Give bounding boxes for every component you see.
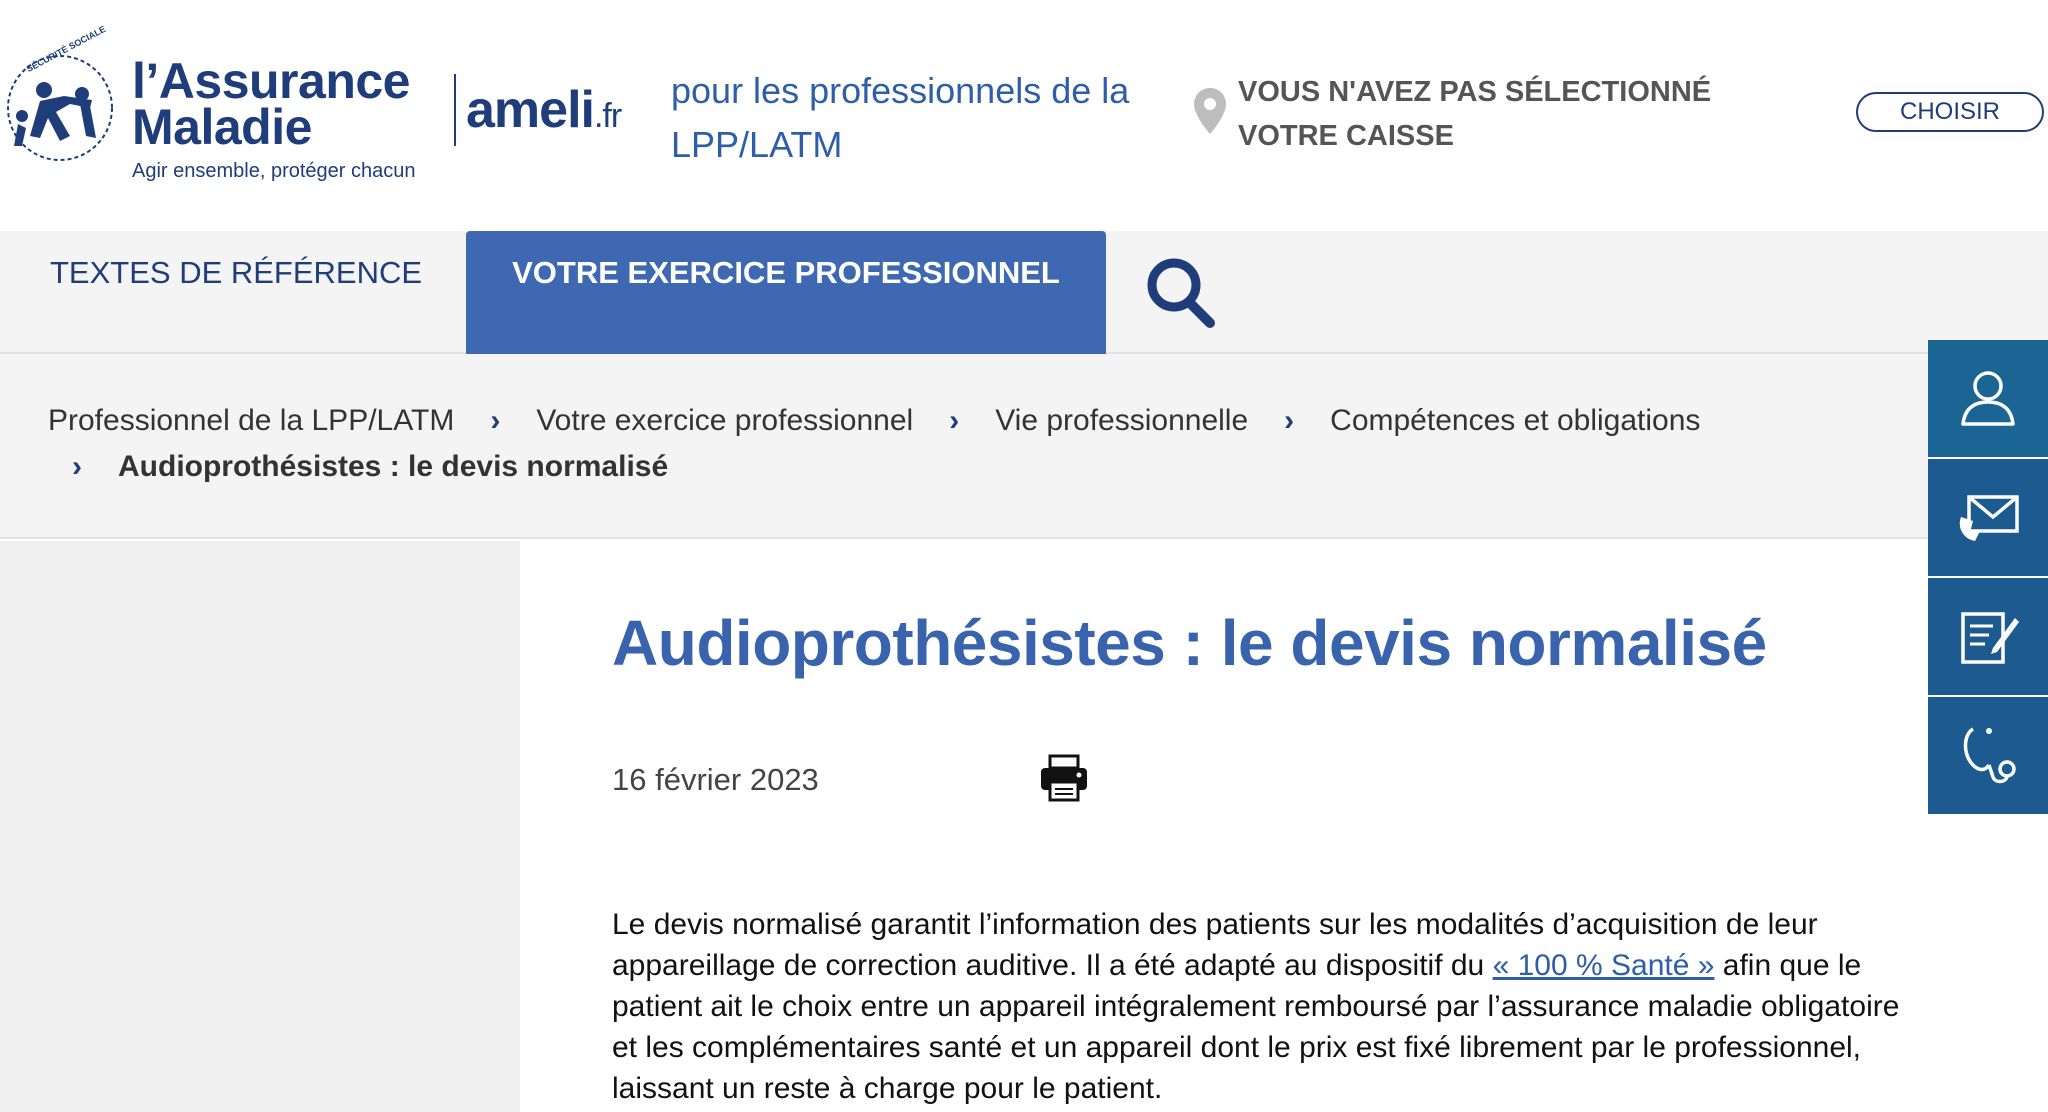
chevron-right-icon: › — [72, 450, 82, 483]
breadcrumb-item-competences[interactable]: Compétences et obligations — [1330, 404, 1700, 437]
logo-emblem-icon — [7, 55, 113, 161]
search-icon[interactable] — [1144, 253, 1218, 333]
main-nav: TEXTES DE RÉFÉRENCE VOTRE EXERCICE PROFE… — [0, 231, 2048, 354]
chevron-right-icon: › — [490, 404, 501, 437]
breadcrumb-item-professionnel[interactable]: Professionnel de la LPP/LATM — [48, 404, 454, 437]
article-date: 16 février 2023 — [612, 762, 819, 797]
breadcrumb-current: Audioprothésistes : le devis normalisé — [118, 450, 669, 483]
nav-item-votre-exercice-professionnel[interactable]: VOTRE EXERCICE PROFESSIONNEL — [466, 231, 1106, 354]
chevron-right-icon: › — [949, 404, 960, 437]
caisse-message: VOUS N'AVEZ PAS SÉLECTIONNÉ VOTRE CAISSE — [1238, 76, 1712, 152]
user-icon — [1961, 370, 2015, 426]
breadcrumb: Professionnel de la LPP/LATM › Votre exerc… — [0, 354, 1928, 539]
nav-item-textes-de-reference[interactable]: TEXTES DE RÉFÉRENCE — [50, 231, 422, 354]
contact-button[interactable] — [1928, 459, 2048, 578]
breadcrumb-item-exercice[interactable]: Votre exercice professionnel — [536, 404, 913, 437]
logo-separator — [454, 74, 456, 146]
forms-button[interactable] — [1928, 578, 2048, 697]
article-intro: Le devis normalisé garantit l’informatio… — [612, 904, 1912, 1109]
mail-phone-icon — [1959, 494, 2019, 541]
ameli-logo[interactable]: ameli.fr — [466, 80, 622, 140]
breadcrumb-row: › Audioprothésistes : le devis normalisé — [72, 450, 668, 484]
100-sante-link[interactable]: « 100 % Santé » — [1493, 949, 1715, 982]
ameli-text: ameli — [466, 81, 595, 139]
logo-line2: Maladie — [132, 99, 312, 155]
location-pin-icon — [1194, 88, 1226, 134]
account-button[interactable] — [1928, 340, 2048, 459]
form-edit-icon — [1961, 611, 2019, 664]
logo-tagline: Agir ensemble, protéger chacun — [132, 160, 416, 182]
breadcrumb-item-vie-professionnelle[interactable]: Vie professionnelle — [995, 404, 1248, 437]
logo-text: l’Assurance Maladie Agir ensemble, proté… — [132, 53, 416, 183]
ameli-suffix: .fr — [593, 97, 622, 135]
breadcrumb-row: Professionnel de la LPP/LATM › Votre exerc… — [48, 404, 1700, 438]
left-sidebar — [0, 541, 520, 1112]
choose-caisse-button[interactable]: CHOISIR — [1856, 92, 2044, 132]
site-header: l’Assurance Maladie Agir ensemble, proté… — [0, 0, 2048, 231]
assurance-maladie-logo[interactable]: l’Assurance Maladie Agir ensemble, proté… — [0, 24, 440, 190]
health-button[interactable] — [1928, 697, 2048, 816]
floating-toolbar — [1928, 340, 2048, 816]
page-title: Audioprothésistes : le devis normalisé — [612, 607, 1767, 679]
logo-line1: l’Assurance — [132, 53, 410, 109]
site-subtitle: pour les professionnels de la LPP/LATM — [671, 70, 1130, 165]
print-icon[interactable] — [1038, 752, 1090, 804]
chevron-right-icon: › — [1284, 404, 1295, 437]
stethoscope-icon — [1963, 727, 2016, 783]
